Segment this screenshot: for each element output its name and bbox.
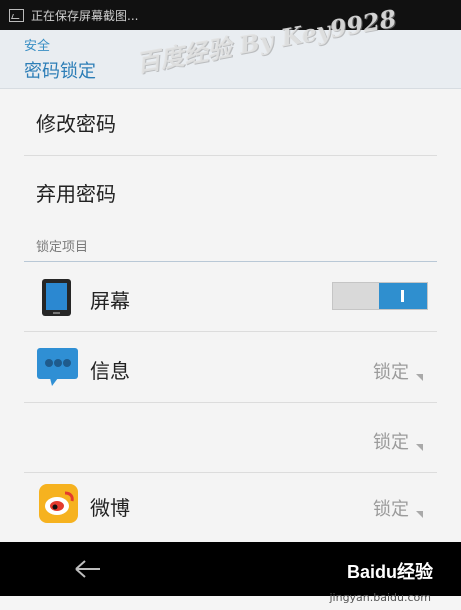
divider	[24, 155, 437, 156]
screen-label: 屏幕	[90, 289, 130, 313]
disable-password-label: 弃用密码	[36, 182, 116, 206]
weibo-lock-value[interactable]: 锁定	[373, 495, 409, 521]
messages-lock-value[interactable]: 锁定	[373, 358, 409, 384]
dropdown-arrow-icon	[416, 444, 423, 451]
section-divider	[24, 261, 437, 262]
section-label: 锁定项目	[36, 240, 89, 255]
dropdown-arrow-icon	[416, 374, 423, 381]
disable-password-row[interactable]: 弃用密码	[0, 175, 461, 223]
screen-lock-toggle[interactable]	[332, 282, 428, 310]
dropdown-arrow-icon	[416, 511, 423, 518]
navigation-bar: Baidu经验	[0, 542, 461, 596]
messages-icon	[37, 348, 78, 386]
breadcrumb[interactable]: 安全	[24, 35, 50, 54]
weibo-icon	[39, 484, 78, 523]
baidu-logo: Baidu经验	[346, 562, 433, 582]
tablet-icon	[42, 279, 71, 316]
page-title: 密码锁定	[24, 61, 96, 82]
status-text: 正在保存屏幕截图...	[31, 8, 139, 23]
unnamed-lock-value[interactable]: 锁定	[373, 428, 409, 454]
toggle-knob[interactable]	[379, 283, 427, 309]
divider	[24, 472, 437, 473]
weibo-label: 微博	[90, 496, 130, 520]
divider	[24, 402, 437, 403]
site-url: jingyan.baidu.com	[329, 591, 431, 604]
change-password-label: 修改密码	[36, 112, 116, 136]
divider	[24, 331, 437, 332]
screenshot-icon	[9, 8, 24, 22]
messages-label: 信息	[90, 359, 130, 383]
change-password-row[interactable]: 修改密码	[0, 105, 461, 153]
back-arrow-icon[interactable]	[74, 559, 102, 579]
